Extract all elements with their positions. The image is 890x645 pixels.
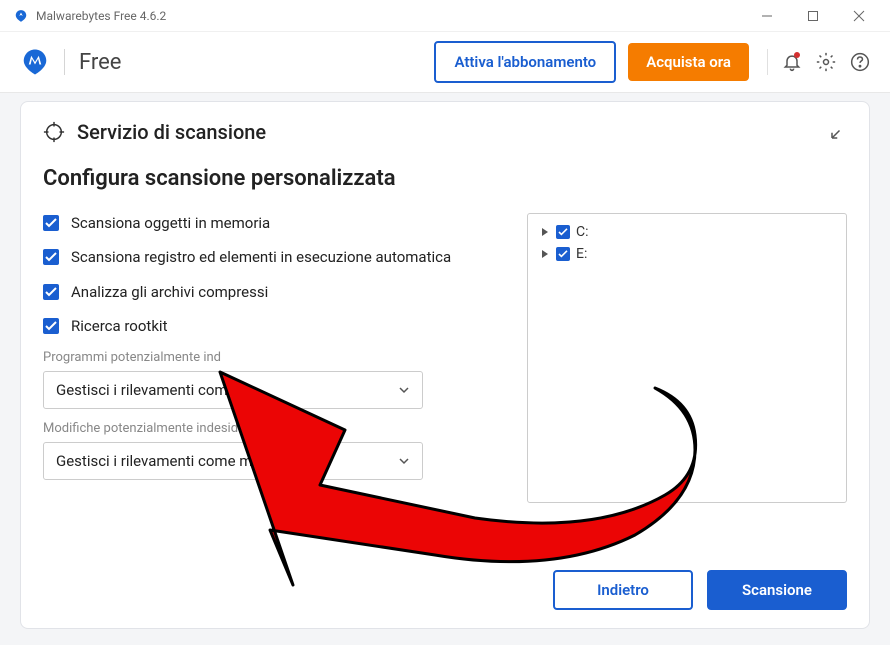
scan-service-card: Servizio di scansione Configura scansion… <box>20 101 870 629</box>
options-column: Scansiona oggetti in memoria Scansiona r… <box>43 213 503 554</box>
drive-c-row[interactable]: C: <box>540 224 834 240</box>
pum-label: Modifiche potenzialmente indesiderate (P <box>43 421 503 436</box>
drive-e-row[interactable]: E: <box>540 246 834 262</box>
pup-select[interactable]: Gestisci i rilevamenti come m <box>43 371 423 409</box>
drive-c-checkbox[interactable] <box>556 225 570 239</box>
notifications-icon[interactable] <box>782 52 802 72</box>
pup-select-value: Gestisci i rilevamenti come m <box>56 381 252 399</box>
pup-label: Programmi potenzialmente ind <box>43 350 503 365</box>
pum-select[interactable]: Gestisci i rilevamenti come malware <box>43 442 423 480</box>
drives-column: C: E: <box>527 213 847 554</box>
scan-memory-checkbox[interactable] <box>43 215 59 231</box>
drive-e-checkbox[interactable] <box>556 247 570 261</box>
notification-badge <box>794 52 800 58</box>
chevron-down-icon <box>398 455 410 467</box>
crosshair-icon <box>43 121 65 143</box>
back-button[interactable]: Indietro <box>553 570 693 610</box>
card-header: Servizio di scansione <box>43 120 847 144</box>
scan-memory-label: Scansiona oggetti in memoria <box>71 213 270 233</box>
scan-registry-checkbox[interactable] <box>43 249 59 265</box>
buy-now-button[interactable]: Acquista ora <box>628 43 749 81</box>
activate-subscription-button[interactable]: Attiva l'abbonamento <box>434 41 616 83</box>
window-close[interactable] <box>836 0 882 32</box>
app-logo-icon <box>14 9 28 23</box>
scan-registry-label: Scansiona registro ed elementi in esecuz… <box>71 247 451 267</box>
settings-icon[interactable] <box>816 52 836 72</box>
scan-rootkits-label: Ricerca rootkit <box>71 316 167 336</box>
caret-right-icon <box>540 227 550 237</box>
expand-icon[interactable] <box>829 123 847 141</box>
window-minimize[interactable] <box>744 0 790 32</box>
drive-tree[interactable]: C: E: <box>527 213 847 503</box>
section-title: Configura scansione personalizzata <box>43 166 847 191</box>
scan-memory-option: Scansiona oggetti in memoria <box>43 213 503 233</box>
scan-archives-checkbox[interactable] <box>43 284 59 300</box>
appbar: Free Attiva l'abbonamento Acquista ora <box>0 32 890 92</box>
main-canvas: Servizio di scansione Configura scansion… <box>0 92 890 645</box>
scan-registry-option: Scansiona registro ed elementi in esecuz… <box>43 247 503 267</box>
scan-archives-option: Analizza gli archivi compressi <box>43 282 503 302</box>
scan-rootkits-option: Ricerca rootkit <box>43 316 503 336</box>
product-tier: Free <box>79 50 434 75</box>
chevron-down-icon <box>398 384 410 396</box>
window-titlebar: Malwarebytes Free 4.6.2 <box>0 0 890 32</box>
help-icon[interactable] <box>850 52 870 72</box>
drive-e-label: E: <box>576 246 587 262</box>
scan-rootkits-checkbox[interactable] <box>43 318 59 334</box>
drive-c-label: C: <box>576 224 589 240</box>
window-title: Malwarebytes Free 4.6.2 <box>36 9 744 23</box>
card-footer: Indietro Scansione <box>43 570 847 610</box>
brand-logo-icon <box>20 47 50 77</box>
scan-archives-label: Analizza gli archivi compressi <box>71 282 268 302</box>
card-title: Servizio di scansione <box>77 120 266 144</box>
appbar-separator <box>64 49 65 75</box>
pum-select-value: Gestisci i rilevamenti come malware <box>56 452 297 470</box>
window-maximize[interactable] <box>790 0 836 32</box>
caret-right-icon <box>540 249 550 259</box>
scan-button[interactable]: Scansione <box>707 570 847 610</box>
appbar-icon-separator <box>767 49 768 75</box>
